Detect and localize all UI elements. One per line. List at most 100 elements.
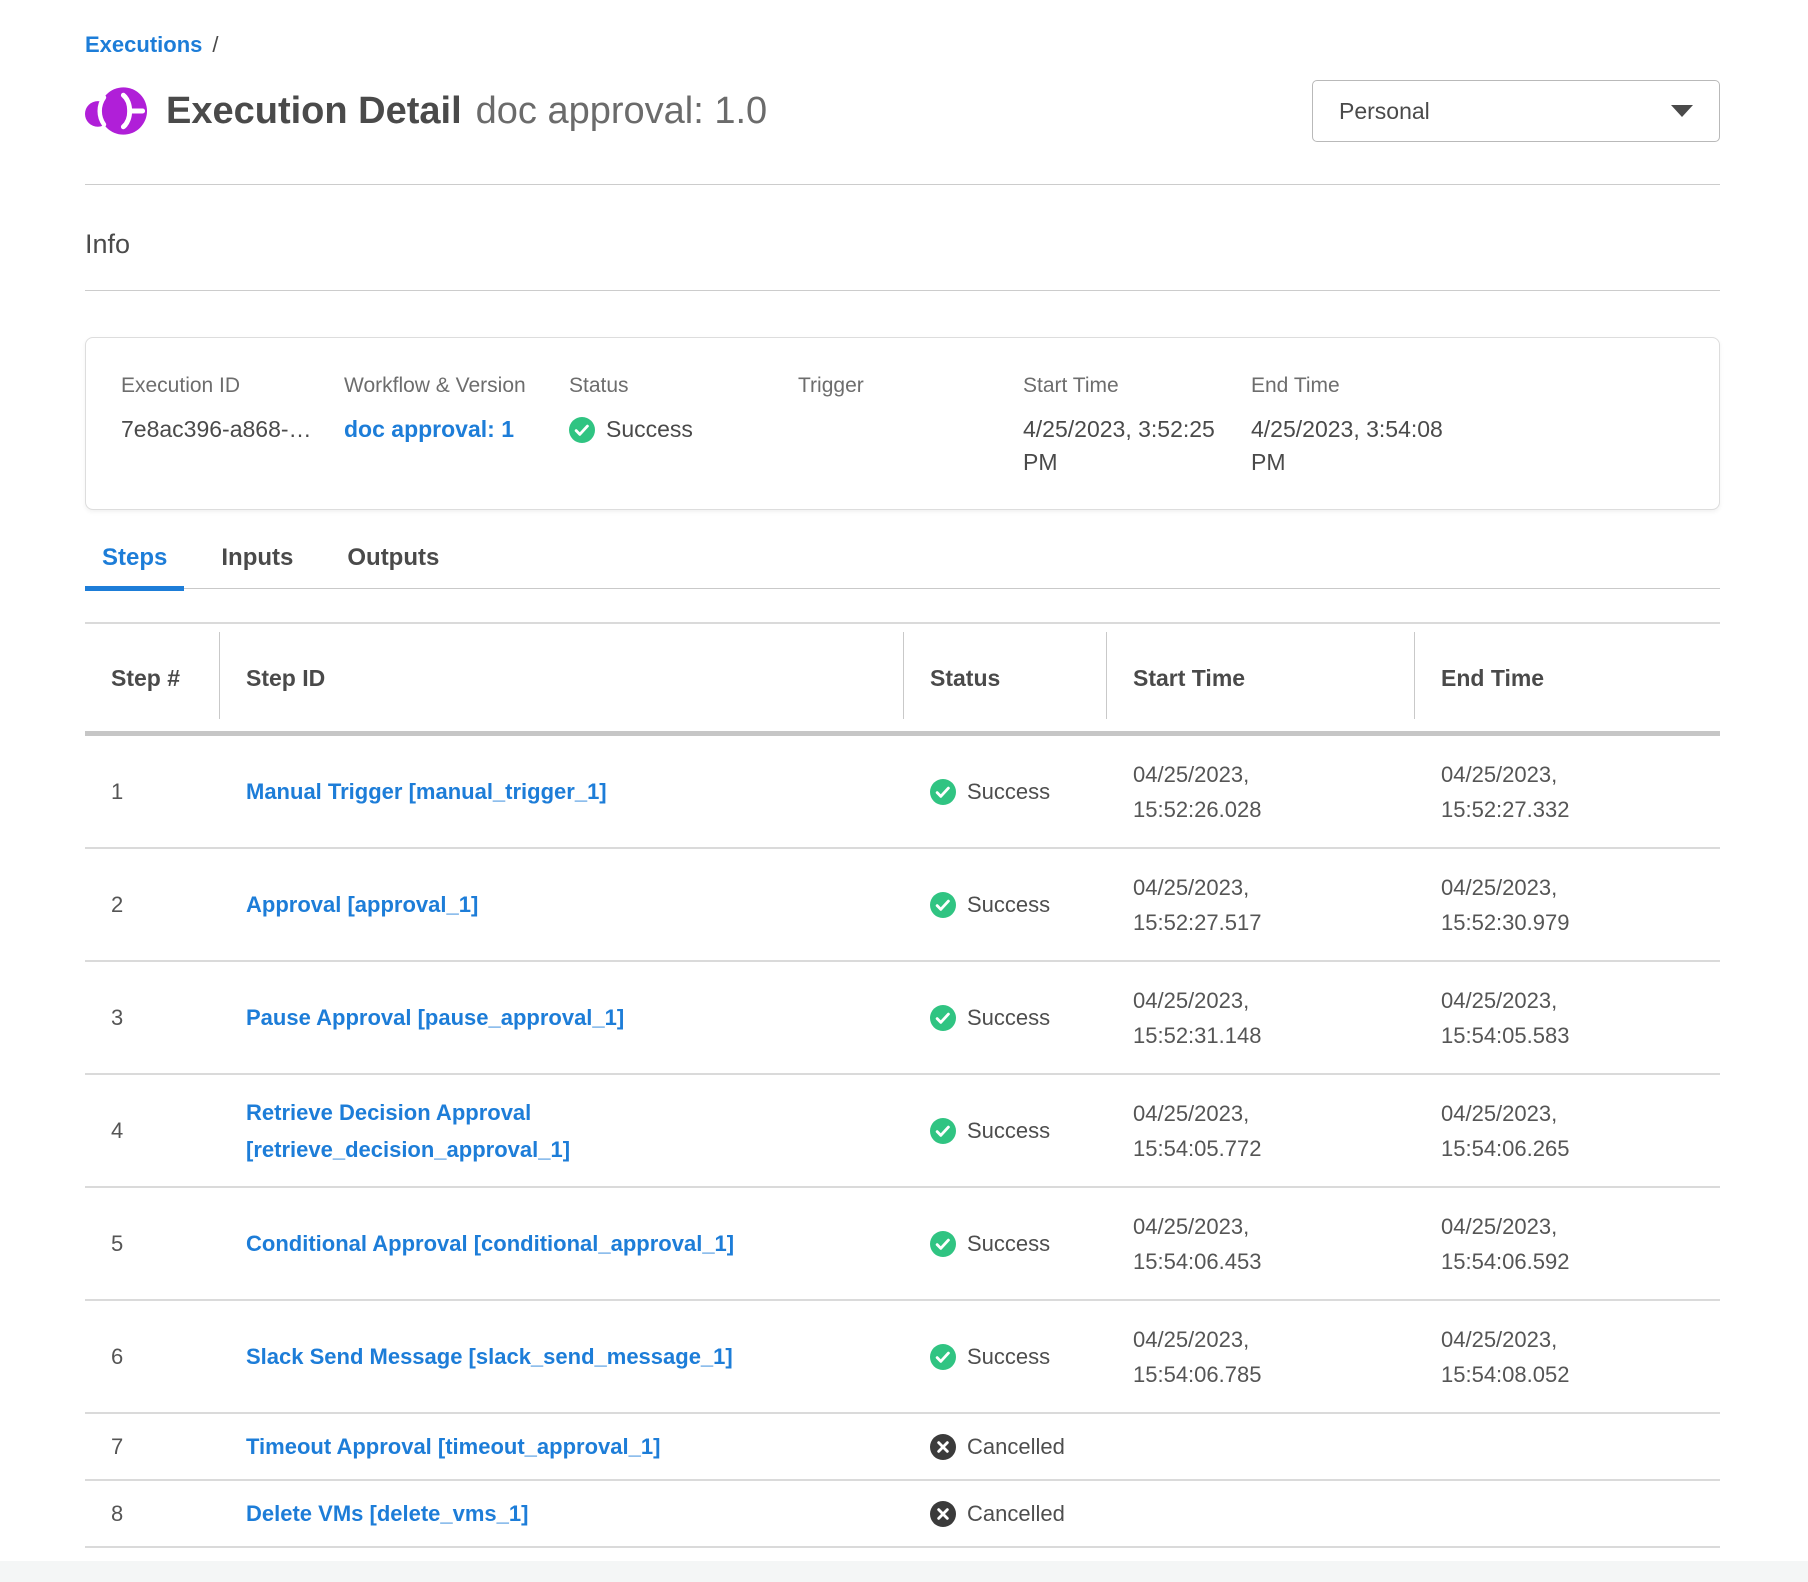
execution-status: Success	[569, 413, 798, 446]
step-end-time: 04/25/2023, 15:54:06.265	[1415, 1096, 1720, 1166]
info-divider	[85, 290, 1720, 291]
info-label: Workflow & Version	[344, 374, 569, 398]
table-row: 3 Pause Approval [pause_approval_1] Succ…	[85, 962, 1720, 1075]
step-status: Cancelled	[904, 1496, 1107, 1531]
tab-inputs[interactable]: Inputs	[204, 544, 310, 591]
step-id-link[interactable]: Pause Approval [pause_approval_1]	[246, 1005, 624, 1030]
step-id-link[interactable]: Delete VMs [delete_vms_1]	[246, 1501, 528, 1526]
execution-detail-page: Executions / Execution Detail doc approva…	[0, 0, 1808, 1561]
step-status-label: Success	[967, 1000, 1050, 1035]
title-row: Execution Detail doc approval: 1.0 Perso…	[85, 80, 1720, 142]
check-circle-icon	[930, 1005, 956, 1031]
step-start-time: 04/25/2023, 15:54:06.453	[1107, 1209, 1415, 1279]
step-start-time: 04/25/2023, 15:52:26.028	[1107, 757, 1415, 827]
workflow-branch-icon	[85, 83, 148, 139]
steps-table-body: 1 Manual Trigger [manual_trigger_1] Succ…	[85, 736, 1720, 1548]
start-time-value: 4/25/2023, 3:52:25 PM	[1023, 413, 1223, 479]
step-status-label: Success	[967, 774, 1050, 809]
execution-status-label: Success	[606, 413, 693, 446]
step-number: 8	[85, 1496, 220, 1531]
step-number: 5	[85, 1226, 220, 1261]
step-id-link[interactable]: Manual Trigger [manual_trigger_1]	[246, 779, 607, 804]
step-number: 2	[85, 887, 220, 922]
step-status-label: Success	[967, 1226, 1050, 1261]
step-end-time: 04/25/2023, 15:54:05.583	[1415, 983, 1720, 1053]
step-number: 1	[85, 774, 220, 809]
chevron-down-icon	[1671, 105, 1693, 117]
info-field-start-time: Start Time 4/25/2023, 3:52:25 PM	[1023, 374, 1251, 479]
tab-steps[interactable]: Steps	[85, 544, 184, 591]
info-label: Start Time	[1023, 374, 1251, 398]
step-status: Success	[904, 1000, 1107, 1035]
step-id-link[interactable]: Approval [approval_1]	[246, 892, 478, 917]
step-status-label: Cancelled	[967, 1429, 1065, 1464]
step-number: 4	[85, 1113, 220, 1148]
step-status: Cancelled	[904, 1429, 1107, 1464]
step-number: 3	[85, 1000, 220, 1035]
check-circle-icon	[930, 1344, 956, 1370]
column-header-step-number: Step #	[85, 624, 220, 731]
info-field-end-time: End Time 4/25/2023, 3:54:08 PM	[1251, 374, 1481, 479]
info-label: End Time	[1251, 374, 1481, 398]
column-header-start-time: Start Time	[1107, 624, 1415, 731]
info-label: Execution ID	[121, 374, 344, 398]
table-row: 5 Conditional Approval [conditional_appr…	[85, 1188, 1720, 1301]
execution-info-card: Execution ID 7e8ac396-a868-… Workflow & …	[85, 337, 1720, 510]
step-status: Success	[904, 1226, 1107, 1261]
info-field-execution-id: Execution ID 7e8ac396-a868-…	[121, 374, 344, 479]
info-field-trigger: Trigger	[798, 374, 1023, 479]
table-row: 2 Approval [approval_1] Success 04/25/20…	[85, 849, 1720, 962]
info-label: Status	[569, 374, 798, 398]
step-status-label: Success	[967, 1113, 1050, 1148]
step-id-link[interactable]: Conditional Approval [conditional_approv…	[246, 1231, 734, 1256]
end-time-value: 4/25/2023, 3:54:08 PM	[1251, 413, 1451, 479]
check-circle-icon	[930, 1118, 956, 1144]
step-status: Success	[904, 887, 1107, 922]
step-id-link[interactable]: Slack Send Message [slack_send_message_1…	[246, 1344, 733, 1369]
table-row: 1 Manual Trigger [manual_trigger_1] Succ…	[85, 736, 1720, 849]
column-header-end-time: End Time	[1415, 624, 1720, 731]
step-end-time: 04/25/2023, 15:54:06.592	[1415, 1209, 1720, 1279]
check-circle-icon	[569, 417, 595, 443]
info-label: Trigger	[798, 374, 1023, 398]
step-start-time: 04/25/2023, 15:52:31.148	[1107, 983, 1415, 1053]
step-id-link[interactable]: Retrieve Decision Approval [retrieve_dec…	[246, 1100, 570, 1162]
breadcrumb-separator: /	[212, 32, 218, 57]
steps-table: Step # Step ID Status Start Time End Tim…	[85, 622, 1720, 1548]
breadcrumb-executions-link[interactable]: Executions	[85, 32, 202, 57]
step-status-label: Success	[967, 1339, 1050, 1374]
x-circle-icon	[930, 1501, 956, 1527]
step-end-time: 04/25/2023, 15:52:27.332	[1415, 757, 1720, 827]
step-id-link[interactable]: Timeout Approval [timeout_approval_1]	[246, 1434, 660, 1459]
step-end-time: 04/25/2023, 15:54:08.052	[1415, 1322, 1720, 1392]
step-status: Success	[904, 1113, 1107, 1148]
step-status-label: Success	[967, 887, 1050, 922]
detail-tabs: Steps Inputs Outputs	[85, 544, 1720, 589]
check-circle-icon	[930, 779, 956, 805]
info-field-workflow: Workflow & Version doc approval: 1	[344, 374, 569, 479]
workspace-dropdown-value: Personal	[1339, 98, 1430, 125]
table-row: 8 Delete VMs [delete_vms_1] Cancelled	[85, 1481, 1720, 1548]
workspace-dropdown[interactable]: Personal	[1312, 80, 1720, 142]
check-circle-icon	[930, 1231, 956, 1257]
column-header-step-id: Step ID	[220, 624, 904, 731]
page-title: Execution Detail	[166, 90, 462, 133]
step-end-time: 04/25/2023, 15:52:30.979	[1415, 870, 1720, 940]
step-number: 7	[85, 1429, 220, 1464]
step-status: Success	[904, 774, 1107, 809]
column-header-status: Status	[904, 624, 1107, 731]
table-row: 4 Retrieve Decision Approval [retrieve_d…	[85, 1075, 1720, 1188]
info-field-status: Status Success	[569, 374, 798, 479]
step-start-time: 04/25/2023, 15:52:27.517	[1107, 870, 1415, 940]
breadcrumb: Executions /	[85, 0, 1720, 58]
tab-outputs[interactable]: Outputs	[330, 544, 456, 591]
table-row: 6 Slack Send Message [slack_send_message…	[85, 1301, 1720, 1414]
step-start-time: 04/25/2023, 15:54:05.772	[1107, 1096, 1415, 1166]
x-circle-icon	[930, 1434, 956, 1460]
info-section-heading: Info	[85, 229, 1720, 260]
step-status-label: Cancelled	[967, 1496, 1065, 1531]
header-divider	[85, 184, 1720, 185]
check-circle-icon	[930, 892, 956, 918]
steps-table-header: Step # Step ID Status Start Time End Tim…	[85, 624, 1720, 736]
workflow-version-link[interactable]: doc approval: 1	[344, 416, 514, 442]
